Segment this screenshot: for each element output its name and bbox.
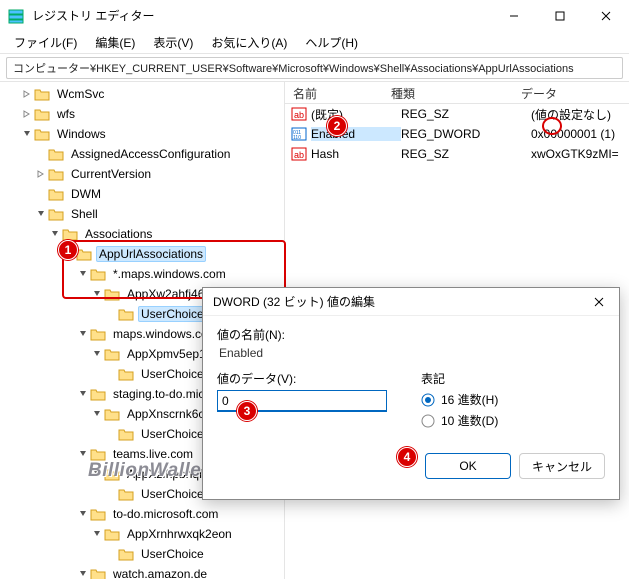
value-data-label: 値のデータ(V):	[217, 370, 401, 387]
folder-icon	[104, 407, 120, 421]
tree-node[interactable]: Shell	[6, 204, 284, 224]
title-bar: レジストリ エディター	[0, 0, 629, 32]
tree-node[interactable]: Associations	[6, 224, 284, 244]
folder-icon	[62, 227, 78, 241]
tree-node[interactable]: Windows	[6, 124, 284, 144]
svg-text:ab: ab	[294, 150, 304, 160]
folder-icon	[118, 367, 134, 381]
folder-icon	[90, 387, 106, 401]
column-data[interactable]: データ	[513, 82, 629, 103]
tree-node[interactable]: watch.amazon.de	[6, 564, 284, 579]
dialog-titlebar: DWORD (32 ビット) 値の編集	[203, 288, 619, 316]
list-row-selected[interactable]: 011110 Enabled REG_DWORD 0x00000001 (1)	[285, 124, 629, 144]
tree-node[interactable]: WcmSvc	[6, 84, 284, 104]
folder-icon	[48, 147, 64, 161]
folder-icon	[90, 567, 106, 579]
cancel-button[interactable]: キャンセル	[519, 453, 605, 479]
list-row[interactable]: ab Hash REG_SZ xwOxGTK9zMI=	[285, 144, 629, 164]
folder-icon	[118, 427, 134, 441]
folder-icon	[48, 187, 64, 201]
column-name[interactable]: 名前	[285, 82, 383, 103]
value-name-field: Enabled	[217, 346, 605, 360]
folder-icon	[104, 287, 120, 301]
tree-node[interactable]: DWM	[6, 184, 284, 204]
base-label: 表記	[421, 370, 605, 387]
svg-text:110: 110	[293, 135, 301, 141]
folder-icon	[34, 107, 50, 121]
minimize-button[interactable]	[491, 0, 537, 32]
menu-bar: ファイル(F) 編集(E) 表示(V) お気に入り(A) ヘルプ(H)	[0, 32, 629, 54]
folder-icon	[118, 307, 134, 321]
menu-file[interactable]: ファイル(F)	[6, 32, 85, 53]
dialog-close-button[interactable]	[579, 288, 619, 316]
regedit-icon	[8, 8, 24, 24]
edit-dword-dialog: DWORD (32 ビット) 値の編集 値の名前(N): Enabled 値のデ…	[202, 287, 620, 500]
folder-icon	[118, 487, 134, 501]
folder-icon	[118, 547, 134, 561]
folder-icon	[76, 247, 92, 261]
dword-value-icon: 011110	[291, 126, 307, 142]
svg-text:ab: ab	[294, 110, 304, 120]
maximize-button[interactable]	[537, 0, 583, 32]
folder-icon	[34, 87, 50, 101]
radio-hex[interactable]: 16 進数(H)	[421, 391, 605, 408]
value-data-input[interactable]	[217, 390, 387, 412]
window-buttons	[491, 0, 629, 32]
folder-icon	[48, 167, 64, 181]
dialog-title: DWORD (32 ビット) 値の編集	[213, 293, 579, 310]
folder-icon	[104, 347, 120, 361]
folder-icon	[104, 467, 120, 481]
tree-node[interactable]: wfs	[6, 104, 284, 124]
ok-button[interactable]: OK	[425, 453, 511, 479]
folder-icon	[48, 207, 64, 221]
menu-view[interactable]: 表示(V)	[145, 32, 201, 53]
list-row[interactable]: ab (既定) REG_SZ (値の設定なし)	[285, 104, 629, 124]
folder-icon	[104, 527, 120, 541]
value-name-label: 値の名前(N):	[217, 326, 605, 343]
tree-node[interactable]: *.maps.windows.com	[6, 264, 284, 284]
folder-icon	[90, 507, 106, 521]
tree-node-selected[interactable]: AppUrlAssociations	[6, 244, 284, 264]
menu-edit[interactable]: 編集(E)	[87, 32, 143, 53]
list-header: 名前 種類 データ	[285, 82, 629, 104]
menu-favorites[interactable]: お気に入り(A)	[203, 32, 295, 53]
string-value-icon: ab	[291, 146, 307, 162]
column-type[interactable]: 種類	[383, 82, 513, 103]
close-button[interactable]	[583, 0, 629, 32]
string-value-icon: ab	[291, 106, 307, 122]
folder-icon	[90, 267, 106, 281]
tree-node[interactable]: CurrentVersion	[6, 164, 284, 184]
address-input[interactable]: コンピューター¥HKEY_CURRENT_USER¥Software¥Micro…	[6, 57, 623, 79]
address-bar: コンピューター¥HKEY_CURRENT_USER¥Software¥Micro…	[0, 54, 629, 82]
folder-icon	[90, 447, 106, 461]
menu-help[interactable]: ヘルプ(H)	[297, 32, 366, 53]
window-title: レジストリ エディター	[32, 7, 491, 24]
radio-checked-icon	[421, 393, 435, 407]
radio-dec[interactable]: 10 進数(D)	[421, 412, 605, 429]
folder-icon	[90, 327, 106, 341]
folder-icon	[34, 127, 50, 141]
radio-unchecked-icon	[421, 414, 435, 428]
tree-node[interactable]: AssignedAccessConfiguration	[6, 144, 284, 164]
tree-node[interactable]: UserChoice	[6, 544, 284, 564]
tree-node[interactable]: to-do.microsoft.com	[6, 504, 284, 524]
tree-node[interactable]: AppXrnhrwxqk2eon	[6, 524, 284, 544]
